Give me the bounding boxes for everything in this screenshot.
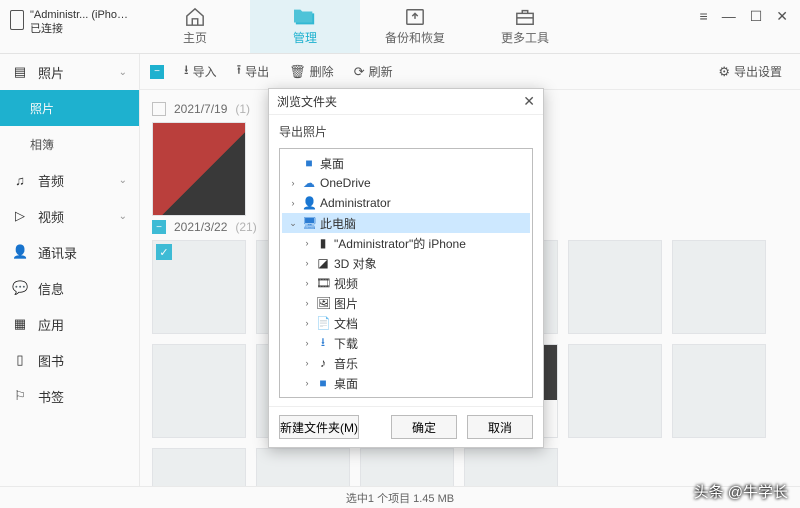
dialog-close-icon[interactable]: ✕ xyxy=(523,93,535,110)
tree-node-music[interactable]: ›♪音乐 xyxy=(282,353,530,373)
folder-tree[interactable]: ■桌面 ›☁OneDrive ›👤Administrator ⌄🖥此电脑 ›▮"… xyxy=(279,148,533,398)
download-icon: ⭳ xyxy=(316,333,330,354)
watermark: 头条 @牛学长 xyxy=(694,481,788,502)
new-folder-button[interactable]: 新建文件夹(M) xyxy=(279,415,359,439)
cube-icon: ◪ xyxy=(316,256,330,270)
dialog-subtitle: 导出照片 xyxy=(269,115,543,148)
video-icon: 🎞 xyxy=(316,276,330,290)
phone-icon: ▮ xyxy=(316,236,330,250)
tree-node-disk-c[interactable]: ›⊟本地磁盘 (C:) xyxy=(282,393,530,398)
dialog-title-bar: 浏览文件夹 ✕ xyxy=(269,89,543,115)
tree-node-iphone[interactable]: ›▮"Administrator"的 iPhone xyxy=(282,233,530,253)
cancel-button[interactable]: 取消 xyxy=(467,415,533,439)
tree-node-thispc[interactable]: ⌄🖥此电脑 xyxy=(282,213,530,233)
tree-node-onedrive[interactable]: ›☁OneDrive xyxy=(282,173,530,193)
browse-folder-dialog: 浏览文件夹 ✕ 导出照片 ■桌面 ›☁OneDrive ›👤Administra… xyxy=(268,88,544,448)
cloud-icon: ☁ xyxy=(302,176,316,190)
tree-node-pictures[interactable]: ›🖼图片 xyxy=(282,293,530,313)
document-icon: 📄 xyxy=(316,316,330,330)
pc-icon: 🖥 xyxy=(302,216,316,230)
dialog-buttons: 新建文件夹(M) 确定 取消 xyxy=(269,406,543,447)
tree-node-user[interactable]: ›👤Administrator xyxy=(282,193,530,213)
tree-node-documents[interactable]: ›📄文档 xyxy=(282,313,530,333)
user-icon: 👤 xyxy=(302,196,316,210)
ok-button[interactable]: 确定 xyxy=(391,415,457,439)
music-icon: ♪ xyxy=(316,356,330,370)
pictures-icon: 🖼 xyxy=(316,296,330,310)
tree-node-downloads[interactable]: ›⭳下载 xyxy=(282,333,530,353)
desktop-icon: ■ xyxy=(316,376,330,390)
tree-node-desktop[interactable]: ■桌面 xyxy=(282,153,530,173)
tree-node-3dobjects[interactable]: ›◪3D 对象 xyxy=(282,253,530,273)
desktop-icon: ■ xyxy=(302,156,316,170)
drive-icon: ⊟ xyxy=(316,396,330,398)
tree-node-desktop2[interactable]: ›■桌面 xyxy=(282,373,530,393)
tree-node-videos[interactable]: ›🎞视频 xyxy=(282,273,530,293)
